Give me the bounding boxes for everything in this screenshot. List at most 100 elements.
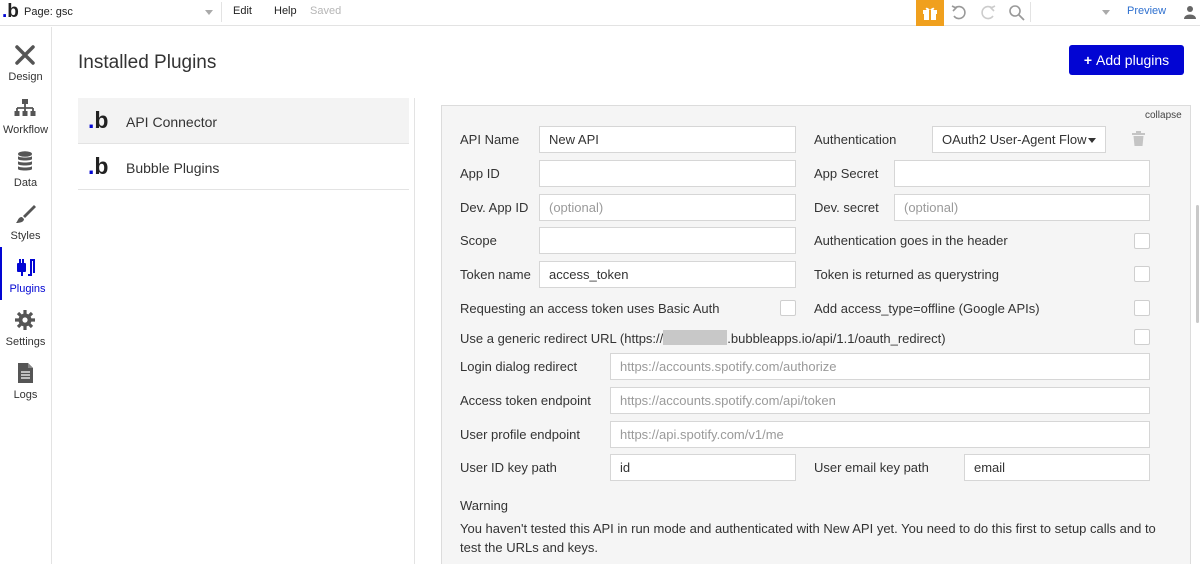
- app-id-input[interactable]: [539, 160, 796, 187]
- basic-auth-checkbox[interactable]: [780, 300, 796, 316]
- authentication-value: OAuth2 User-Agent Flow: [942, 132, 1087, 147]
- auth-header-label: Authentication goes in the header: [814, 233, 1008, 248]
- user-profile-endpoint-label: User profile endpoint: [460, 427, 580, 442]
- chevron-down-icon: [205, 10, 213, 15]
- plus-icon: +: [1083, 52, 1092, 68]
- sidebar-item-label: Workflow: [2, 124, 49, 136]
- auth-header-checkbox[interactable]: [1134, 233, 1150, 249]
- plugin-item-api-connector[interactable]: .b API Connector: [78, 98, 409, 144]
- basic-auth-label: Requesting an access token uses Basic Au…: [460, 301, 720, 316]
- login-dialog-label: Login dialog redirect: [460, 359, 578, 374]
- dev-app-id-label: Dev. App ID: [460, 200, 529, 215]
- gift-icon: [923, 7, 937, 20]
- generic-redirect-checkbox[interactable]: [1134, 329, 1150, 345]
- saved-status: Saved: [310, 5, 342, 17]
- logo-letter: b: [7, 1, 19, 22]
- brush-icon: [16, 205, 36, 223]
- page-label: Page: gsc: [24, 6, 73, 18]
- sidebar-item-plugins[interactable]: Plugins: [0, 247, 51, 300]
- document-icon: [18, 363, 33, 383]
- undo-icon[interactable]: [950, 4, 968, 22]
- plugin-name: API Connector: [126, 114, 218, 130]
- page-title: Installed Plugins: [78, 52, 217, 73]
- workflow-icon: [14, 99, 36, 116]
- sidebar-item-workflow[interactable]: Workflow: [0, 88, 51, 141]
- chevron-down-icon: [1088, 138, 1096, 143]
- database-icon: [18, 151, 32, 171]
- authentication-select[interactable]: OAuth2 User-Agent Flow: [932, 126, 1106, 153]
- sidebar-item-label: Design: [8, 71, 43, 83]
- app-secret-label: App Secret: [814, 166, 879, 181]
- plugin-name: Bubble Plugins: [126, 160, 220, 176]
- access-token-endpoint-input[interactable]: https://accounts.spotify.com/api/token: [610, 387, 1150, 414]
- trash-icon[interactable]: [1132, 131, 1145, 146]
- gear-icon: [15, 310, 35, 330]
- app-id-label: App ID: [460, 166, 500, 181]
- redacted-app-name: [663, 330, 728, 345]
- token-name-input[interactable]: access_token: [539, 261, 796, 288]
- authentication-label: Authentication: [814, 132, 897, 147]
- element-selector[interactable]: [1030, 2, 1114, 22]
- sidebar-item-logs[interactable]: Logs: [0, 353, 51, 406]
- sidebar-item-settings[interactable]: Settings: [0, 300, 51, 353]
- access-token-endpoint-label: Access token endpoint: [460, 393, 591, 408]
- plugin-list: .b API Connector .b Bubble Plugins: [78, 98, 409, 190]
- warning-message: You haven't tested this API in run mode …: [460, 521, 1156, 555]
- sidebar-item-data[interactable]: Data: [0, 141, 51, 194]
- sidebar-item-label: Settings: [5, 336, 46, 348]
- user-email-key-path-label: User email key path: [814, 460, 929, 475]
- logo-letter: b: [94, 107, 109, 133]
- sidebar-item-label: Data: [13, 177, 38, 189]
- scope-input[interactable]: [539, 227, 796, 254]
- dev-app-id-input[interactable]: (optional): [539, 194, 796, 221]
- bubble-plugin-icon: .b: [88, 153, 108, 179]
- user-icon[interactable]: [1183, 5, 1197, 19]
- user-email-key-path-input[interactable]: email: [964, 454, 1150, 481]
- logo-letter: b: [94, 153, 109, 179]
- login-dialog-input[interactable]: https://accounts.spotify.com/authorize: [610, 353, 1150, 380]
- dev-secret-input[interactable]: (optional): [894, 194, 1150, 221]
- redirect-suffix: .bubbleapps.io/api/1.1/oauth_redirect): [727, 331, 946, 346]
- bubble-plugin-icon: .b: [88, 107, 108, 133]
- app-secret-input[interactable]: [894, 160, 1150, 187]
- redo-icon[interactable]: [979, 4, 997, 22]
- warning-title: Warning: [460, 498, 508, 513]
- left-sidebar: Design Workflow Data Styles Plugins Sett…: [0, 27, 52, 564]
- help-menu[interactable]: Help: [274, 5, 297, 17]
- preview-link[interactable]: Preview: [1127, 5, 1166, 17]
- search-icon[interactable]: [1008, 4, 1026, 22]
- token-querystring-checkbox[interactable]: [1134, 266, 1150, 282]
- user-id-key-path-input[interactable]: id: [610, 454, 796, 481]
- top-bar: .b Page: gsc Edit Help Saved Preview: [0, 0, 1200, 26]
- redirect-prefix: Use a generic redirect URL (https://: [460, 331, 664, 346]
- api-name-input[interactable]: New API: [539, 126, 796, 153]
- collapse-link[interactable]: collapse: [1145, 110, 1182, 121]
- edit-menu[interactable]: Edit: [233, 5, 252, 17]
- design-icon: [15, 45, 35, 65]
- scrollbar[interactable]: [1196, 205, 1199, 323]
- chevron-down-icon: [1102, 10, 1110, 15]
- dev-secret-label: Dev. secret: [814, 200, 879, 215]
- user-id-key-path-label: User ID key path: [460, 460, 557, 475]
- divider: [414, 98, 415, 564]
- gift-button[interactable]: [916, 0, 944, 26]
- sidebar-item-label: Styles: [10, 230, 41, 242]
- token-querystring-label: Token is returned as querystring: [814, 267, 999, 282]
- bubble-logo[interactable]: .b: [2, 2, 19, 22]
- sidebar-item-label: Plugins: [9, 283, 46, 295]
- sidebar-item-design[interactable]: Design: [0, 35, 51, 88]
- user-profile-endpoint-input[interactable]: https://api.spotify.com/v1/me: [610, 421, 1150, 448]
- token-name-label: Token name: [460, 267, 531, 282]
- plugin-item-bubble-plugins[interactable]: .b Bubble Plugins: [78, 144, 409, 190]
- scope-label: Scope: [460, 233, 497, 248]
- sidebar-item-styles[interactable]: Styles: [0, 194, 51, 247]
- offline-access-label: Add access_type=offline (Google APIs): [814, 301, 1040, 316]
- add-plugins-label: Add plugins: [1096, 52, 1170, 68]
- plug-icon: [17, 259, 35, 276]
- offline-access-checkbox[interactable]: [1134, 300, 1150, 316]
- api-name-label: API Name: [460, 132, 520, 147]
- add-plugins-button[interactable]: + Add plugins: [1069, 45, 1184, 75]
- generic-redirect-label: Use a generic redirect URL (https:// .bub…: [460, 330, 946, 346]
- sidebar-item-label: Logs: [13, 389, 38, 401]
- page-selector[interactable]: Page: gsc: [24, 2, 222, 22]
